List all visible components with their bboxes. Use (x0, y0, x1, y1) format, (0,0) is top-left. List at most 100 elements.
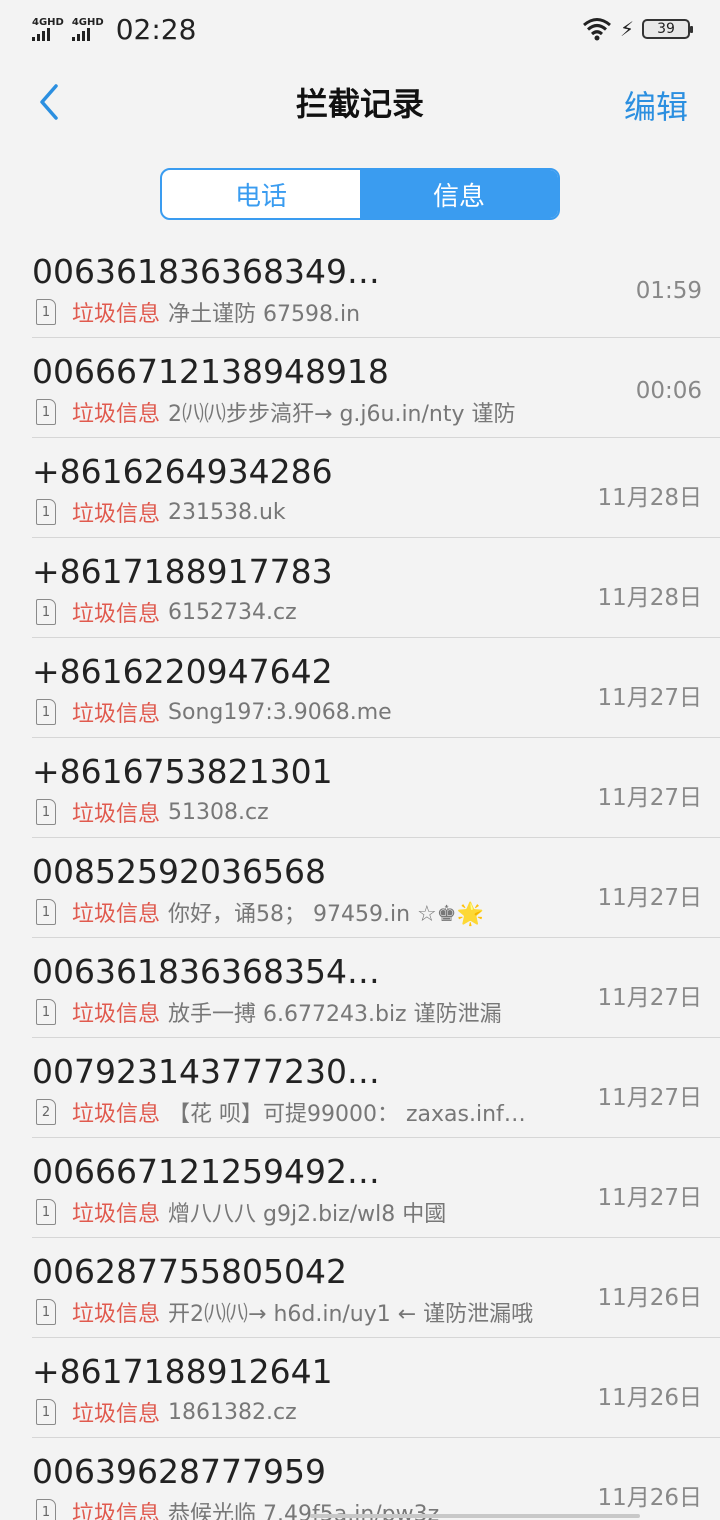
sender-number: 006361836368349… (32, 252, 380, 291)
message-time: 00:06 (635, 378, 702, 404)
list-item[interactable]: 00639628777959 1 垃圾信息 恭候光临 7.49f5a.in/pw… (32, 1438, 720, 1520)
message-summary: 1 垃圾信息 开2㈧㈧→ h6d.in/uy1 ← 谨防泄漏哦 (32, 1296, 533, 1328)
message-preview: 熷八八八 g9j2.biz/wl8 中國 (168, 1202, 447, 1227)
spam-tag: 垃圾信息 (72, 602, 161, 627)
message-preview: Song197:3.9068.me (168, 699, 392, 725)
message-preview: 1861382.cz (168, 1399, 297, 1425)
list-item[interactable]: +8616264934286 1 垃圾信息 231538.uk 11月28日 (32, 438, 720, 538)
charging-icon: ⚡ (619, 17, 634, 41)
battery-icon: 39 (642, 19, 693, 39)
sender-number: +8617188917783 (32, 552, 333, 591)
spam-tag: 垃圾信息 (72, 302, 161, 327)
tab-calls[interactable]: 电话 (162, 170, 360, 218)
message-time: 11月27日 (597, 885, 702, 911)
clock: 02:28 (115, 12, 197, 46)
sim-card-icon: 1 (36, 399, 56, 425)
message-preview: 6152734.cz (168, 599, 297, 625)
message-summary: 2 垃圾信息 【花 呗】可提99000： zaxas.inf… (32, 1096, 526, 1128)
spam-tag: 垃圾信息 (72, 402, 161, 427)
message-preview: 【花 呗】可提99000： zaxas.inf… (168, 1102, 526, 1127)
spam-tag: 垃圾信息 (72, 1102, 161, 1127)
message-summary: 1 垃圾信息 2㈧㈧步步滈犴→ g.j6u.in/nty 谨防 (32, 396, 516, 428)
message-summary: 1 垃圾信息 Song197:3.9068.me (32, 696, 392, 728)
network-type-label: 4GHD (71, 16, 104, 28)
page-title: 拦截记录 (295, 85, 424, 123)
sim-card-icon: 1 (36, 899, 56, 925)
sim-card-icon: 1 (36, 1199, 56, 1225)
sim-card-icon: 1 (36, 1399, 56, 1425)
message-preview: 放手一搏 6.677243.biz 谨防泄漏 (168, 1002, 502, 1027)
message-time: 01:59 (635, 278, 702, 304)
sender-number: 006667121259492… (32, 1152, 380, 1191)
sender-number: +8616264934286 (32, 452, 333, 491)
spam-tag: 垃圾信息 (72, 802, 161, 827)
list-item[interactable]: +8617188917783 1 垃圾信息 6152734.cz 11月28日 (32, 538, 720, 638)
spam-tag: 垃圾信息 (72, 702, 161, 727)
message-time: 11月27日 (597, 785, 702, 811)
sender-number: +8617188912641 (32, 1352, 333, 1391)
spam-tag: 垃圾信息 (72, 902, 161, 927)
message-time: 11月28日 (597, 585, 702, 611)
spam-tag: 垃圾信息 (72, 1402, 161, 1427)
sender-number: 00666712138948918 (32, 352, 389, 391)
message-time: 11月28日 (597, 485, 702, 511)
spam-tag: 垃圾信息 (72, 1302, 161, 1327)
message-summary: 1 垃圾信息 净土谨防 67598.in (32, 296, 360, 328)
signal-sim1-icon: 4GHD (32, 16, 64, 41)
list-item[interactable]: 00852592036568 1 垃圾信息 你好，诵58； 97459.in ☆… (32, 838, 720, 938)
list-item[interactable]: +8616220947642 1 垃圾信息 Song197:3.9068.me … (32, 638, 720, 738)
sim-card-icon: 1 (36, 1299, 56, 1325)
back-arrow-icon[interactable] (34, 82, 70, 122)
status-right: ⚡ 39 (582, 17, 693, 41)
message-time: 11月27日 (597, 1085, 702, 1111)
message-preview: 开2㈧㈧→ h6d.in/uy1 ← 谨防泄漏哦 (168, 1302, 534, 1327)
spam-tag: 垃圾信息 (72, 1502, 161, 1520)
list-item[interactable]: 006667121259492… 1 垃圾信息 熷八八八 g9j2.biz/wl… (32, 1138, 720, 1238)
spam-tag: 垃圾信息 (72, 1002, 161, 1027)
sim-card-icon: 1 (36, 599, 56, 625)
status-bar: 4GHD 4GHD 02:28 ⚡ 39 (0, 0, 720, 58)
sender-number: 006361836368354… (32, 952, 380, 991)
tab-messages[interactable]: 信息 (360, 170, 558, 218)
list-item[interactable]: 006361836368354… 1 垃圾信息 放手一搏 6.677243.bi… (32, 938, 720, 1038)
message-time: 11月27日 (597, 685, 702, 711)
wifi-icon (582, 18, 611, 41)
home-indicator[interactable] (310, 1514, 640, 1518)
message-summary: 1 垃圾信息 熷八八八 g9j2.biz/wl8 中國 (32, 1196, 446, 1228)
message-summary: 1 垃圾信息 1861382.cz (32, 1396, 297, 1428)
status-left: 4GHD 4GHD 02:28 (32, 13, 196, 46)
signal-sim2-icon: 4GHD (71, 16, 104, 41)
message-summary: 1 垃圾信息 231538.uk (32, 496, 286, 528)
sender-number: 00852592036568 (32, 852, 326, 891)
list-item[interactable]: 006361836368349… 1 垃圾信息 净土谨防 67598.in 01… (32, 238, 720, 338)
sim-card-icon: 2 (36, 1099, 56, 1125)
header: 拦截记录 编辑 (0, 58, 720, 146)
message-time: 11月26日 (597, 1385, 702, 1411)
message-time: 11月26日 (597, 1485, 702, 1511)
message-summary: 1 垃圾信息 51308.cz (32, 796, 269, 828)
battery-level: 39 (657, 21, 675, 37)
sender-number: 00639628777959 (32, 1452, 326, 1491)
message-summary: 1 垃圾信息 6152734.cz (32, 596, 297, 628)
message-time: 11月27日 (597, 1185, 702, 1211)
spam-tag: 垃圾信息 (72, 502, 161, 527)
sim-card-icon: 1 (36, 999, 56, 1025)
list-item[interactable]: +8616753821301 1 垃圾信息 51308.cz 11月27日 (32, 738, 720, 838)
list-item[interactable]: 007923143777230… 2 垃圾信息 【花 呗】可提99000： za… (32, 1038, 720, 1138)
message-preview: 231538.uk (168, 499, 286, 525)
message-time: 11月26日 (597, 1285, 702, 1311)
message-preview: 净土谨防 67598.in (168, 302, 361, 327)
list-item[interactable]: 00666712138948918 1 垃圾信息 2㈧㈧步步滈犴→ g.j6u.… (32, 338, 720, 438)
sim-card-icon: 1 (36, 499, 56, 525)
edit-button[interactable]: 编辑 (624, 82, 688, 128)
message-preview: 51308.cz (168, 799, 269, 825)
sender-number: +8616753821301 (32, 752, 333, 791)
list-item[interactable]: 006287755805042 1 垃圾信息 开2㈧㈧→ h6d.in/uy1 … (32, 1238, 720, 1338)
sim-card-icon: 1 (36, 699, 56, 725)
sender-number: 006287755805042 (32, 1252, 347, 1291)
network-type-label: 4GHD (32, 16, 64, 28)
spam-tag: 垃圾信息 (72, 1202, 161, 1227)
sender-number: 007923143777230… (32, 1052, 380, 1091)
sim-card-icon: 1 (36, 799, 56, 825)
list-item[interactable]: +8617188912641 1 垃圾信息 1861382.cz 11月26日 (32, 1338, 720, 1438)
